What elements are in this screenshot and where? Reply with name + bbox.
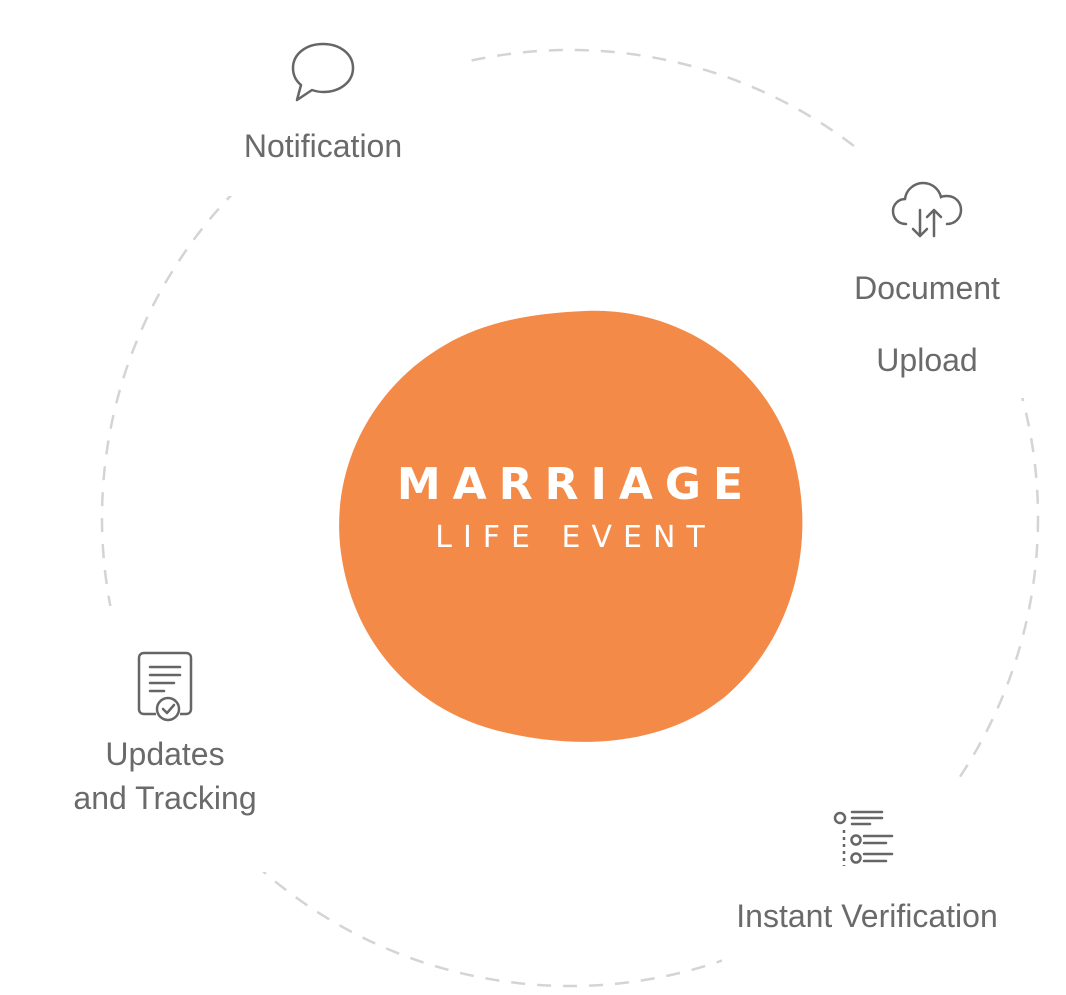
node-updates-tracking: Updates and Tracking: [20, 606, 310, 872]
node-updates-tracking-label-line1: Updates: [105, 736, 225, 772]
node-document-upload-label-line2: Upload: [876, 342, 978, 378]
center-label: MARRIAGE LIFE EVENT: [340, 455, 800, 561]
node-notification-label: Notification: [243, 128, 403, 164]
node-instant-verification-label: Instant Verification: [736, 898, 998, 934]
node-document-upload: Document Upload: [788, 150, 1066, 398]
speech-bubble-icon: [291, 42, 355, 102]
certificate-check-icon: [137, 651, 193, 722]
cloud-upload-download-icon: [891, 181, 963, 238]
life-event-diagram: MARRIAGE LIFE EVENT Notification Documen…: [0, 0, 1066, 995]
center-title: MARRIAGE: [396, 459, 756, 510]
node-document-upload-label-line1: Document: [854, 270, 1000, 306]
checklist-icon: [833, 810, 894, 866]
center-subtitle: LIFE EVENT: [435, 520, 716, 555]
node-updates-tracking-label-line2: and Tracking: [73, 780, 257, 816]
node-notification: Notification: [180, 10, 466, 196]
node-instant-verification: Instant Verification: [722, 782, 1012, 982]
